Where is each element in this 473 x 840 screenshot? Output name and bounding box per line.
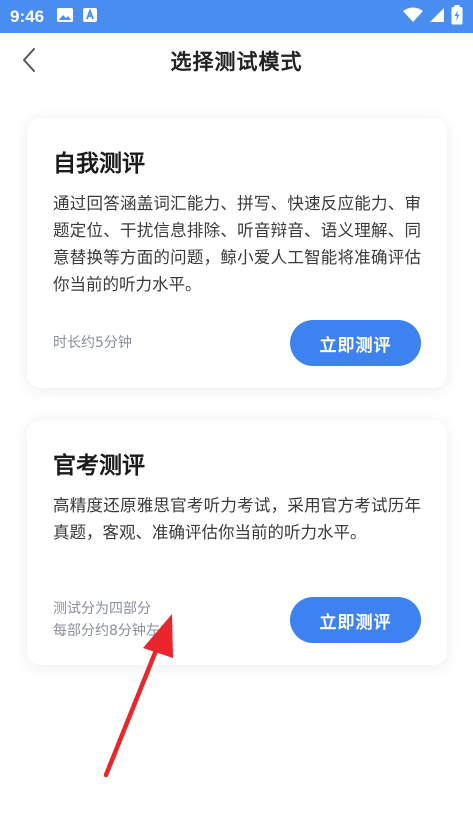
- card-footer: 时长约5分钟 立即测评: [53, 320, 421, 366]
- card-meta: 测试分为四部分 每部分约8分钟左右: [53, 598, 174, 642]
- meta-line: 时长约5分钟: [53, 335, 132, 351]
- wifi-icon: [403, 7, 423, 27]
- meta-line: 每部分约8分钟左右: [53, 623, 174, 639]
- image-icon: [56, 7, 74, 27]
- card-meta: 时长约5分钟: [53, 332, 132, 354]
- card-description: 高精度还原雅思官考听力考试，采用官方考试历年真题，客观、准确评估你当前的听力水平…: [53, 496, 421, 542]
- a-letter-icon: [82, 7, 98, 27]
- card-title: 自我测评: [53, 151, 145, 177]
- page-title: 选择测试模式: [170, 50, 303, 74]
- card-footer: 测试分为四部分 每部分约8分钟左右 立即测评: [53, 597, 421, 643]
- signal-icon: [429, 7, 445, 27]
- meta-line: 测试分为四部分: [53, 601, 151, 617]
- status-right: [403, 4, 463, 29]
- start-assessment-button[interactable]: 立即测评: [290, 597, 421, 643]
- card-description: 通过回答涵盖词汇能力、拼写、快速反应能力、审题定位、干扰信息排除、听音辩音、语义…: [53, 194, 421, 294]
- battery-charging-icon: [451, 4, 463, 29]
- status-bar: 9:46: [0, 0, 473, 33]
- header: 选择测试模式: [0, 33, 473, 89]
- status-time: 9:46: [10, 6, 45, 26]
- self-assessment-card: 自我测评 通过回答涵盖词汇能力、拼写、快速反应能力、审题定位、干扰信息排除、听音…: [27, 118, 447, 388]
- back-button[interactable]: [14, 45, 44, 75]
- official-assessment-card: 官考测评 高精度还原雅思官考听力考试，采用官方考试历年真题，客观、准确评估你当前…: [27, 420, 447, 665]
- start-assessment-button[interactable]: 立即测评: [290, 320, 421, 366]
- chevron-left-icon: [23, 48, 35, 72]
- card-title: 官考测评: [53, 453, 145, 479]
